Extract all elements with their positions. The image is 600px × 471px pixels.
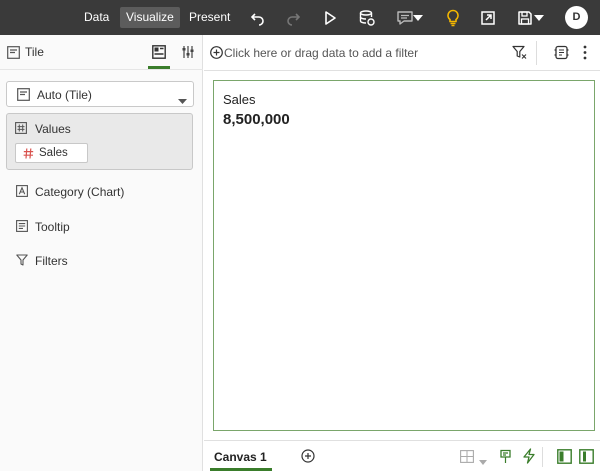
sales-measure-chip[interactable]: Sales bbox=[15, 143, 88, 163]
save-dropdown-icon[interactable] bbox=[533, 8, 545, 28]
properties-sliders-icon[interactable] bbox=[181, 45, 195, 62]
filter-bar[interactable]: Click here or drag data to add a filter bbox=[204, 35, 600, 71]
toolbar-divider bbox=[536, 41, 537, 65]
run-icon[interactable] bbox=[320, 8, 340, 28]
panel-title: Tile bbox=[25, 45, 44, 59]
panel-header: Tile bbox=[0, 35, 203, 70]
export-icon[interactable] bbox=[478, 8, 498, 28]
canvas-tabs-bar: Canvas 1 bbox=[204, 440, 600, 471]
redo-icon[interactable] bbox=[283, 8, 303, 28]
measure-hash-icon bbox=[23, 148, 34, 162]
values-label: Values bbox=[35, 122, 71, 136]
user-avatar[interactable]: D bbox=[565, 6, 588, 29]
funnel-icon bbox=[16, 254, 28, 269]
nav-present[interactable]: Present bbox=[183, 7, 236, 28]
tile-viz-icon bbox=[7, 46, 20, 62]
filter-placeholder[interactable]: Click here or drag data to add a filter bbox=[224, 46, 418, 60]
nav-visualize[interactable]: Visualize bbox=[120, 7, 180, 28]
save-icon[interactable] bbox=[515, 8, 535, 28]
tile-type-icon bbox=[17, 88, 30, 104]
data-refresh-icon[interactable] bbox=[357, 8, 377, 28]
canvas-tab[interactable]: Canvas 1 bbox=[214, 450, 267, 464]
top-toolbar: Data Visualize Present D bbox=[0, 0, 600, 35]
layout-dropdown-icon[interactable] bbox=[479, 454, 487, 468]
tile-value: 8,500,000 bbox=[223, 111, 290, 128]
more-vertical-icon[interactable] bbox=[582, 45, 588, 63]
sales-tile[interactable]: Sales 8,500,000 bbox=[213, 80, 595, 431]
canvas-area: Sales 8,500,000 bbox=[204, 72, 600, 440]
pin-icon[interactable] bbox=[499, 449, 512, 467]
add-canvas-icon[interactable] bbox=[301, 449, 315, 466]
auto-apply-icon[interactable] bbox=[554, 45, 569, 63]
tooltip-label: Tooltip bbox=[35, 220, 70, 234]
tile-title: Sales bbox=[223, 92, 256, 107]
tooltip-icon bbox=[16, 220, 28, 235]
undo-icon[interactable] bbox=[248, 8, 268, 28]
grammar-tab-icon[interactable] bbox=[152, 45, 166, 62]
insights-bulb-icon[interactable] bbox=[443, 8, 463, 28]
chevron-down-icon bbox=[178, 93, 187, 107]
category-chart-label: Category (Chart) bbox=[35, 185, 125, 199]
bottom-divider bbox=[542, 447, 543, 467]
lightning-icon[interactable] bbox=[522, 448, 536, 467]
filters-label: Filters bbox=[35, 254, 68, 268]
grammar-panel: Tile Auto (Tile) Values Sales Category (… bbox=[0, 35, 203, 471]
layout-grid-icon[interactable] bbox=[460, 450, 474, 466]
comment-dropdown-icon[interactable] bbox=[412, 8, 424, 28]
toggle-left-panel-icon[interactable] bbox=[557, 449, 572, 467]
hash-box-icon bbox=[15, 122, 27, 137]
values-drop-target[interactable]: Values Sales bbox=[6, 113, 193, 170]
sales-chip-label: Sales bbox=[39, 147, 68, 159]
add-filter-plus-icon[interactable] bbox=[210, 46, 223, 62]
nav-data[interactable]: Data bbox=[78, 7, 115, 28]
toggle-properties-panel-icon[interactable] bbox=[579, 449, 594, 467]
filter-settings-icon[interactable] bbox=[512, 45, 527, 63]
viz-type-dropdown[interactable]: Auto (Tile) bbox=[6, 81, 194, 107]
attribute-icon bbox=[16, 185, 28, 200]
grammar-tab-underline bbox=[148, 66, 170, 69]
viz-type-label: Auto (Tile) bbox=[37, 88, 92, 102]
